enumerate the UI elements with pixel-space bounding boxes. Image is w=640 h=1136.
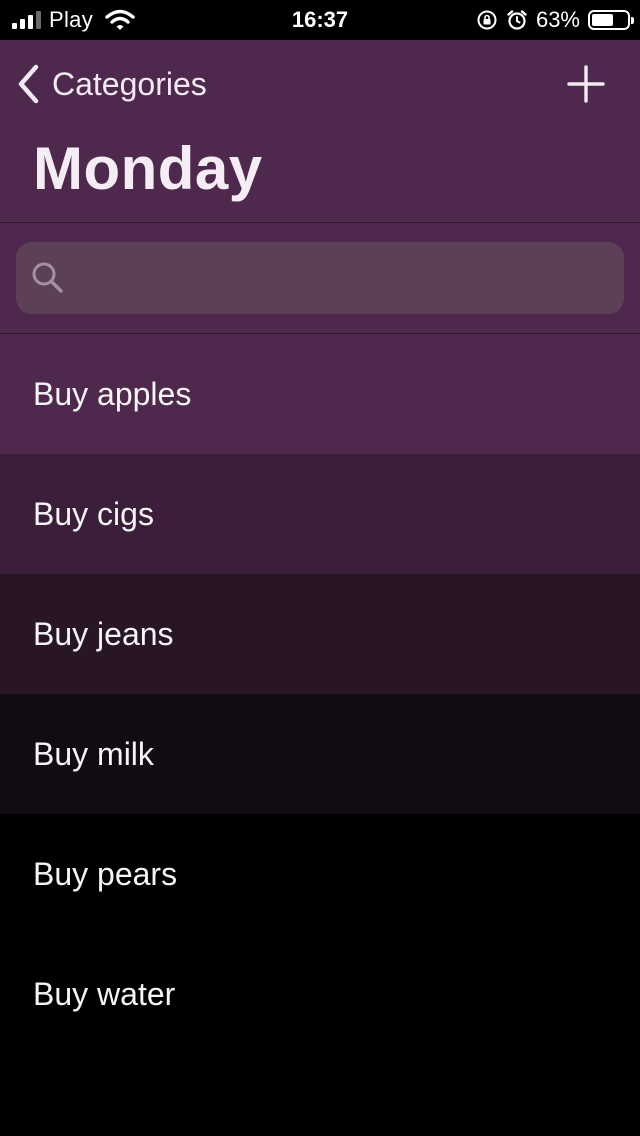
list-item[interactable]: Buy milk — [0, 694, 640, 814]
search-area — [0, 223, 640, 334]
back-button-label: Categories — [52, 65, 207, 102]
list-item[interactable]: Buy water — [0, 934, 640, 1054]
list-item-label: Buy milk — [33, 735, 154, 772]
add-button[interactable] — [566, 64, 606, 104]
alarm-icon — [507, 10, 527, 30]
chevron-left-icon — [18, 64, 39, 104]
status-bar: Play 16:37 63% — [0, 0, 640, 40]
battery-icon — [588, 10, 634, 30]
plus-icon — [567, 65, 605, 103]
search-input[interactable] — [78, 242, 608, 316]
battery-fill — [592, 14, 614, 26]
task-list: Buy apples Buy cigs Buy jeans Buy milk B… — [0, 334, 640, 1054]
list-item[interactable]: Buy cigs — [0, 454, 640, 574]
list-item-label: Buy jeans — [33, 615, 174, 652]
list-item-label: Buy water — [33, 975, 176, 1012]
list-item[interactable]: Buy apples — [0, 334, 640, 454]
back-button[interactable]: Categories — [16, 62, 207, 106]
search-bar[interactable] — [16, 242, 624, 316]
orientation-lock-icon — [477, 10, 497, 30]
battery-nub — [631, 17, 634, 24]
list-item[interactable]: Buy pears — [0, 814, 640, 934]
nav-header: Categories Monday — [0, 40, 640, 223]
status-right: 63% — [476, 6, 634, 34]
search-icon — [32, 262, 63, 293]
list-item-label: Buy cigs — [33, 495, 154, 532]
list-item-label: Buy pears — [33, 855, 178, 892]
page-title: Monday — [33, 135, 263, 202]
list-item[interactable]: Buy jeans — [0, 574, 640, 694]
list-item-label: Buy apples — [33, 375, 192, 412]
battery-percent: 63% — [535, 7, 580, 32]
